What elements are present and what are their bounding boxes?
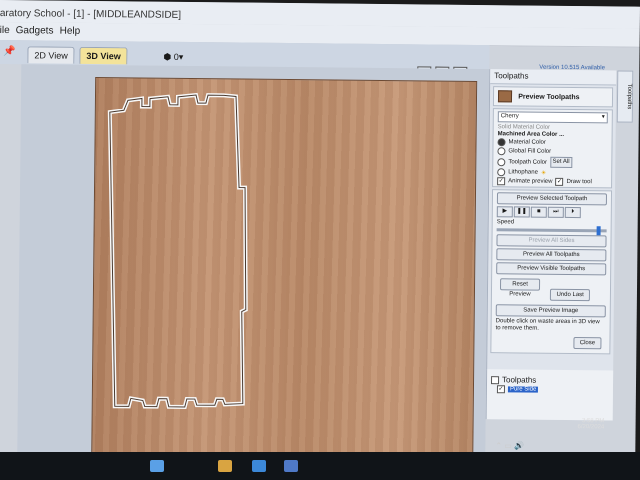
pin-icon[interactable]: 📌 bbox=[3, 46, 16, 57]
skip-end-icon[interactable]: ⏭ bbox=[547, 206, 564, 218]
playback-section: Preview Selected Toolpath ▶ ❚❚ ■ ⏭ ⏵ Spe… bbox=[490, 189, 613, 355]
pause-icon[interactable]: ❚❚ bbox=[513, 206, 530, 218]
play-icon[interactable]: ▶ bbox=[496, 206, 513, 218]
radio-global-fill[interactable]: Global Fill Color bbox=[497, 147, 607, 156]
close-button[interactable]: Close bbox=[573, 337, 602, 350]
tab-2d-view[interactable]: 2D View bbox=[27, 46, 75, 64]
view-cube-icon[interactable]: ⬢ 0▾ bbox=[163, 52, 183, 63]
preview-toolpaths-panel: Toolpaths Preview Toolpaths Cherry Solid… bbox=[485, 69, 617, 421]
radio-global-fill-label: Global Fill Color bbox=[508, 148, 552, 155]
preview-icon bbox=[497, 90, 513, 103]
preview-title-section: Preview Toolpaths bbox=[492, 86, 614, 108]
file-explorer-taskbar-icon[interactable] bbox=[218, 460, 232, 472]
material-select[interactable]: Cherry bbox=[497, 111, 608, 124]
toolpath-outline bbox=[107, 92, 248, 409]
undo-last-button[interactable]: Undo Last bbox=[550, 288, 591, 302]
animate-preview-checkbox[interactable]: ✓ bbox=[497, 177, 506, 186]
system-clock[interactable]: 3:58 PM 6/20/2024 bbox=[578, 418, 605, 430]
radio-lithophane[interactable]: Lithophane ☀ bbox=[497, 168, 607, 177]
window-title: aratory School - [1] - [MIDDLEANDSIDE] bbox=[0, 7, 182, 21]
machined-area-color-label: Machined Area Color ... bbox=[497, 131, 565, 138]
toolpaths-list-checkbox[interactable] bbox=[491, 375, 500, 384]
toolpath-list-item[interactable]: ✓ Pure Side bbox=[496, 385, 609, 394]
preview-all-sides-button[interactable]: Preview All Sides bbox=[496, 234, 607, 248]
radio-toolpath-color-label: Toolpath Color bbox=[508, 158, 548, 166]
clock-date: 6/20/2024 bbox=[577, 424, 605, 431]
menu-file[interactable]: ile bbox=[0, 25, 10, 36]
stop-icon[interactable]: ■ bbox=[530, 206, 547, 218]
speed-row: Speed bbox=[497, 219, 607, 226]
step-icon[interactable]: ⏵ bbox=[564, 206, 581, 219]
playback-controls: ▶ ❚❚ ■ ⏭ ⏵ bbox=[496, 206, 607, 219]
preview-all-toolpaths-button[interactable]: Preview All Toolpaths bbox=[496, 248, 607, 262]
panel-header: Toolpaths bbox=[490, 69, 617, 86]
preview-visible-toolpaths-button[interactable]: Preview Visible Toolpaths bbox=[496, 262, 607, 276]
solid-material-color-row: Solid Material Color bbox=[498, 124, 608, 131]
radio-icon[interactable] bbox=[497, 157, 506, 166]
preview-selected-button[interactable]: Preview Selected Toolpath bbox=[496, 192, 608, 206]
view-cube-label: 0▾ bbox=[173, 51, 184, 62]
toolpath-item-checkbox[interactable]: ✓ bbox=[496, 385, 505, 394]
radio-icon[interactable] bbox=[497, 168, 506, 177]
speed-slider[interactable] bbox=[496, 226, 607, 236]
close-row: Close bbox=[495, 334, 605, 351]
hint-text: Double click on waste areas in 3D view t… bbox=[495, 318, 600, 332]
material-board bbox=[91, 77, 478, 461]
tab-3d-view[interactable]: 3D View bbox=[79, 46, 128, 65]
draw-tool-checkbox[interactable]: ✓ bbox=[555, 177, 564, 186]
preview-title: Preview Toolpaths bbox=[518, 93, 580, 102]
animate-preview-label: Animate preview bbox=[508, 178, 553, 185]
toolpaths-list-panel: Toolpaths ✓ Pure Side bbox=[485, 369, 614, 421]
radio-material-color[interactable]: Material Color bbox=[497, 138, 607, 147]
toolpaths-side-tab[interactable]: Toolpaths bbox=[616, 70, 634, 123]
mail-taskbar-icon[interactable] bbox=[252, 460, 266, 472]
radio-toolpath-color[interactable]: Toolpath Color Set All bbox=[497, 156, 607, 168]
save-preview-image-button[interactable]: Save Preview Image bbox=[495, 304, 606, 318]
material-section: Cherry Solid Material Color Machined Are… bbox=[492, 108, 613, 189]
radio-material-color-label: Material Color bbox=[508, 139, 546, 146]
reset-undo-row: Reset Preview Undo Last bbox=[496, 276, 606, 303]
taskbar bbox=[0, 452, 640, 480]
reset-preview-button[interactable]: Reset Preview bbox=[499, 278, 541, 298]
screen: aratory School - [1] - [MIDDLEANDSIDE] i… bbox=[0, 0, 640, 477]
solid-material-color-label: Solid Material Color bbox=[497, 124, 551, 131]
radio-lithophane-label: Lithophane bbox=[508, 169, 538, 176]
panel-header-title: Toolpaths bbox=[494, 71, 529, 81]
machined-area-color-row: Machined Area Color ... bbox=[498, 131, 608, 138]
draw-tool-label: Draw tool bbox=[566, 178, 592, 186]
speed-slider-thumb[interactable] bbox=[596, 226, 601, 236]
browser-taskbar-icon[interactable] bbox=[150, 460, 164, 472]
animate-row: ✓ Animate preview ✓ Draw tool bbox=[497, 177, 607, 186]
toolpaths-list-header: Toolpaths bbox=[491, 375, 609, 385]
toolpaths-list-title: Toolpaths bbox=[502, 375, 537, 385]
system-tray: ⌃ ▭ 🔊 bbox=[495, 441, 525, 451]
sun-icon: ☀ bbox=[540, 170, 547, 177]
vectric-taskbar-icon[interactable] bbox=[284, 460, 298, 472]
outline-path bbox=[107, 92, 248, 409]
set-all-button[interactable]: Set All bbox=[549, 156, 573, 168]
toolpath-item-label[interactable]: Pure Side bbox=[507, 386, 539, 393]
menu-gadgets[interactable]: Gadgets bbox=[16, 25, 54, 36]
speed-label: Speed bbox=[496, 219, 515, 226]
menu-help[interactable]: Help bbox=[60, 26, 81, 37]
radio-icon[interactable] bbox=[497, 138, 506, 147]
radio-icon[interactable] bbox=[497, 147, 506, 156]
3d-view-area[interactable] bbox=[17, 64, 490, 476]
